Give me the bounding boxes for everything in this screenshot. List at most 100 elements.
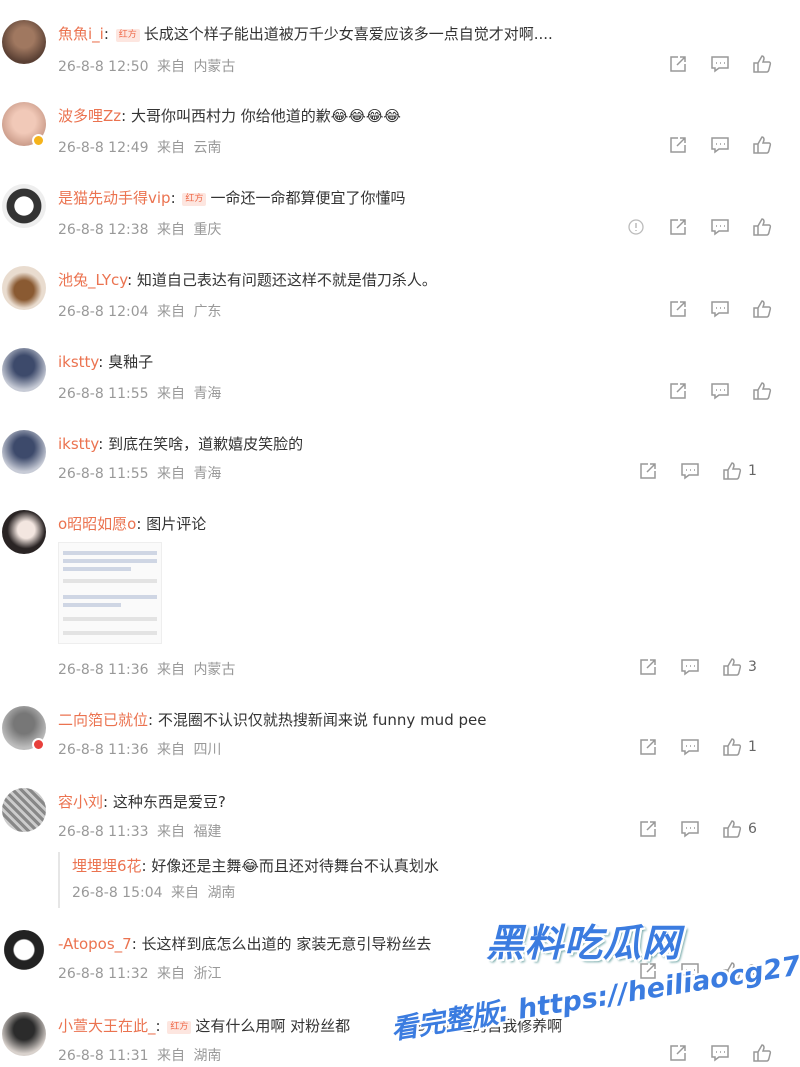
username[interactable]: o昭昭如愿o bbox=[58, 515, 136, 533]
comment-text: 大哥你叫西村力 你给他道的歉😂😂😂😂 bbox=[131, 107, 401, 125]
username[interactable]: 小萱大王在此_ bbox=[58, 1017, 156, 1035]
comment-icon[interactable] bbox=[710, 217, 732, 239]
comment-icon[interactable] bbox=[680, 461, 702, 483]
comment-meta: 26-8-8 12:49 来自 云南 bbox=[58, 140, 222, 156]
timestamp: 26-8-8 11:36 bbox=[58, 662, 149, 678]
comment-meta: 26-8-8 11:36 来自 四川 bbox=[58, 742, 222, 758]
timestamp: 26-8-8 11:55 bbox=[58, 466, 149, 482]
comment-icon[interactable] bbox=[680, 657, 702, 679]
share-icon[interactable] bbox=[638, 737, 660, 759]
share-icon[interactable] bbox=[638, 461, 660, 483]
username[interactable]: 二向箔已就位 bbox=[58, 711, 148, 729]
comment-meta: 26-8-8 12:38 来自 重庆 bbox=[58, 222, 222, 238]
badge-tag: 红方 bbox=[182, 193, 207, 206]
avatar[interactable] bbox=[2, 1012, 46, 1056]
comment-meta: 26-8-8 11:33 来自 福建 bbox=[58, 824, 222, 840]
comment-icon[interactable] bbox=[710, 381, 732, 403]
avatar[interactable] bbox=[2, 20, 46, 64]
username[interactable]: 容小刘 bbox=[58, 793, 103, 811]
avatar[interactable] bbox=[2, 430, 46, 474]
thumb-up-icon[interactable] bbox=[752, 54, 774, 76]
location: 云南 bbox=[193, 140, 222, 156]
avatar[interactable] bbox=[2, 788, 46, 832]
comment-icon[interactable] bbox=[710, 1043, 732, 1065]
avatar[interactable] bbox=[2, 510, 46, 554]
location: 湖南 bbox=[207, 885, 236, 901]
comment-actions bbox=[668, 54, 778, 78]
comment-text: 臭釉子 bbox=[108, 353, 154, 371]
location: 福建 bbox=[193, 824, 222, 840]
username[interactable]: 是猫先动手得vip bbox=[58, 189, 171, 207]
share-icon[interactable] bbox=[668, 1043, 690, 1065]
thumb-up-icon[interactable] bbox=[722, 819, 744, 841]
comment-actions: 3 bbox=[638, 657, 778, 681]
comment-actions: 1 bbox=[638, 737, 778, 761]
comment-meta: 26-8-8 11:55 来自 青海 bbox=[58, 466, 222, 482]
avatar[interactable] bbox=[2, 348, 46, 392]
like-count: 1 bbox=[748, 463, 757, 479]
comment-icon[interactable] bbox=[710, 135, 732, 157]
comment-text: 知道自己表达有问题还这样不就是借刀杀人。 bbox=[136, 271, 437, 289]
comment-icon[interactable] bbox=[680, 737, 702, 759]
username[interactable]: 波多哩Zz bbox=[58, 107, 121, 125]
badge-tag: 红方 bbox=[115, 29, 140, 42]
share-icon[interactable] bbox=[668, 381, 690, 403]
thumb-up-icon[interactable] bbox=[752, 381, 774, 403]
share-icon[interactable] bbox=[668, 217, 690, 239]
reply-text-continued: 而且还对待舞台不认真划水 bbox=[258, 857, 439, 875]
username[interactable]: 池兔_LYcy bbox=[58, 271, 127, 289]
thumb-up-icon[interactable] bbox=[752, 1043, 774, 1065]
username[interactable]: -Atopos_7 bbox=[58, 935, 132, 953]
like-count: 1 bbox=[748, 739, 757, 755]
share-icon[interactable] bbox=[668, 135, 690, 157]
comment-actions bbox=[668, 299, 778, 323]
comment-meta: 26-8-8 12:04 来自 广东 bbox=[58, 304, 222, 320]
location: 青海 bbox=[193, 386, 222, 402]
timestamp: 26-8-8 12:38 bbox=[58, 222, 149, 238]
reply-item: 埋埋埋6花: 好像还是主舞😂而且还对待舞台不认真划水 26-8-8 15:04 … bbox=[58, 852, 780, 908]
watermark-title: 黑料吃瓜网 bbox=[486, 921, 682, 965]
comment-actions: 1 bbox=[638, 461, 778, 485]
share-icon[interactable] bbox=[638, 819, 660, 841]
share-icon[interactable] bbox=[668, 299, 690, 321]
thumb-up-icon[interactable] bbox=[752, 135, 774, 157]
location: 重庆 bbox=[193, 222, 222, 238]
comment-image[interactable] bbox=[58, 542, 162, 644]
location: 青海 bbox=[193, 466, 222, 482]
comment-text: 图片评论 bbox=[146, 515, 207, 533]
avatar[interactable] bbox=[2, 266, 46, 310]
thumb-up-icon[interactable] bbox=[752, 217, 774, 239]
timestamp: 26-8-8 15:04 bbox=[72, 885, 163, 901]
comment-text: 一命还一命都算便宜了你懂吗 bbox=[210, 189, 406, 207]
report-icon[interactable] bbox=[626, 217, 648, 239]
username[interactable]: ikstty bbox=[58, 435, 98, 453]
thumb-up-icon[interactable] bbox=[722, 461, 744, 483]
comment-actions bbox=[668, 135, 778, 159]
thumb-up-icon[interactable] bbox=[752, 299, 774, 321]
comment-meta: 26-8-8 11:36 来自 内蒙古 bbox=[58, 662, 236, 678]
comment-text: 不混圈不认识仅就热搜新闻来说 funny mud pee bbox=[157, 711, 487, 729]
thumb-up-icon[interactable] bbox=[722, 737, 744, 759]
comment-icon[interactable] bbox=[710, 299, 732, 321]
like-count: 6 bbox=[748, 821, 757, 837]
timestamp: 26-8-8 12:04 bbox=[58, 304, 149, 320]
username[interactable]: 魚魚i_i bbox=[58, 25, 104, 43]
comment-icon[interactable] bbox=[680, 819, 702, 841]
location: 内蒙古 bbox=[193, 662, 236, 678]
timestamp: 26-8-8 11:31 bbox=[58, 1048, 149, 1064]
verified-badge-icon bbox=[32, 134, 45, 147]
share-icon[interactable] bbox=[668, 54, 690, 76]
comment-icon[interactable] bbox=[710, 54, 732, 76]
comment-text: 到底在笑啥，道歉嬉皮笑脸的 bbox=[108, 435, 304, 453]
timestamp: 26-8-8 12:50 bbox=[58, 59, 149, 75]
reply-username[interactable]: 埋埋埋6花 bbox=[72, 857, 142, 875]
share-icon[interactable] bbox=[638, 657, 660, 679]
badge-tag: 红方 bbox=[167, 1021, 192, 1034]
thumb-up-icon[interactable] bbox=[722, 657, 744, 679]
location: 湖南 bbox=[193, 1048, 222, 1064]
avatar[interactable] bbox=[2, 930, 46, 974]
comment-text: 这种东西是爱豆? bbox=[112, 793, 226, 811]
avatar[interactable] bbox=[2, 184, 46, 228]
location: 广东 bbox=[193, 304, 222, 320]
username[interactable]: ikstty bbox=[58, 353, 98, 371]
